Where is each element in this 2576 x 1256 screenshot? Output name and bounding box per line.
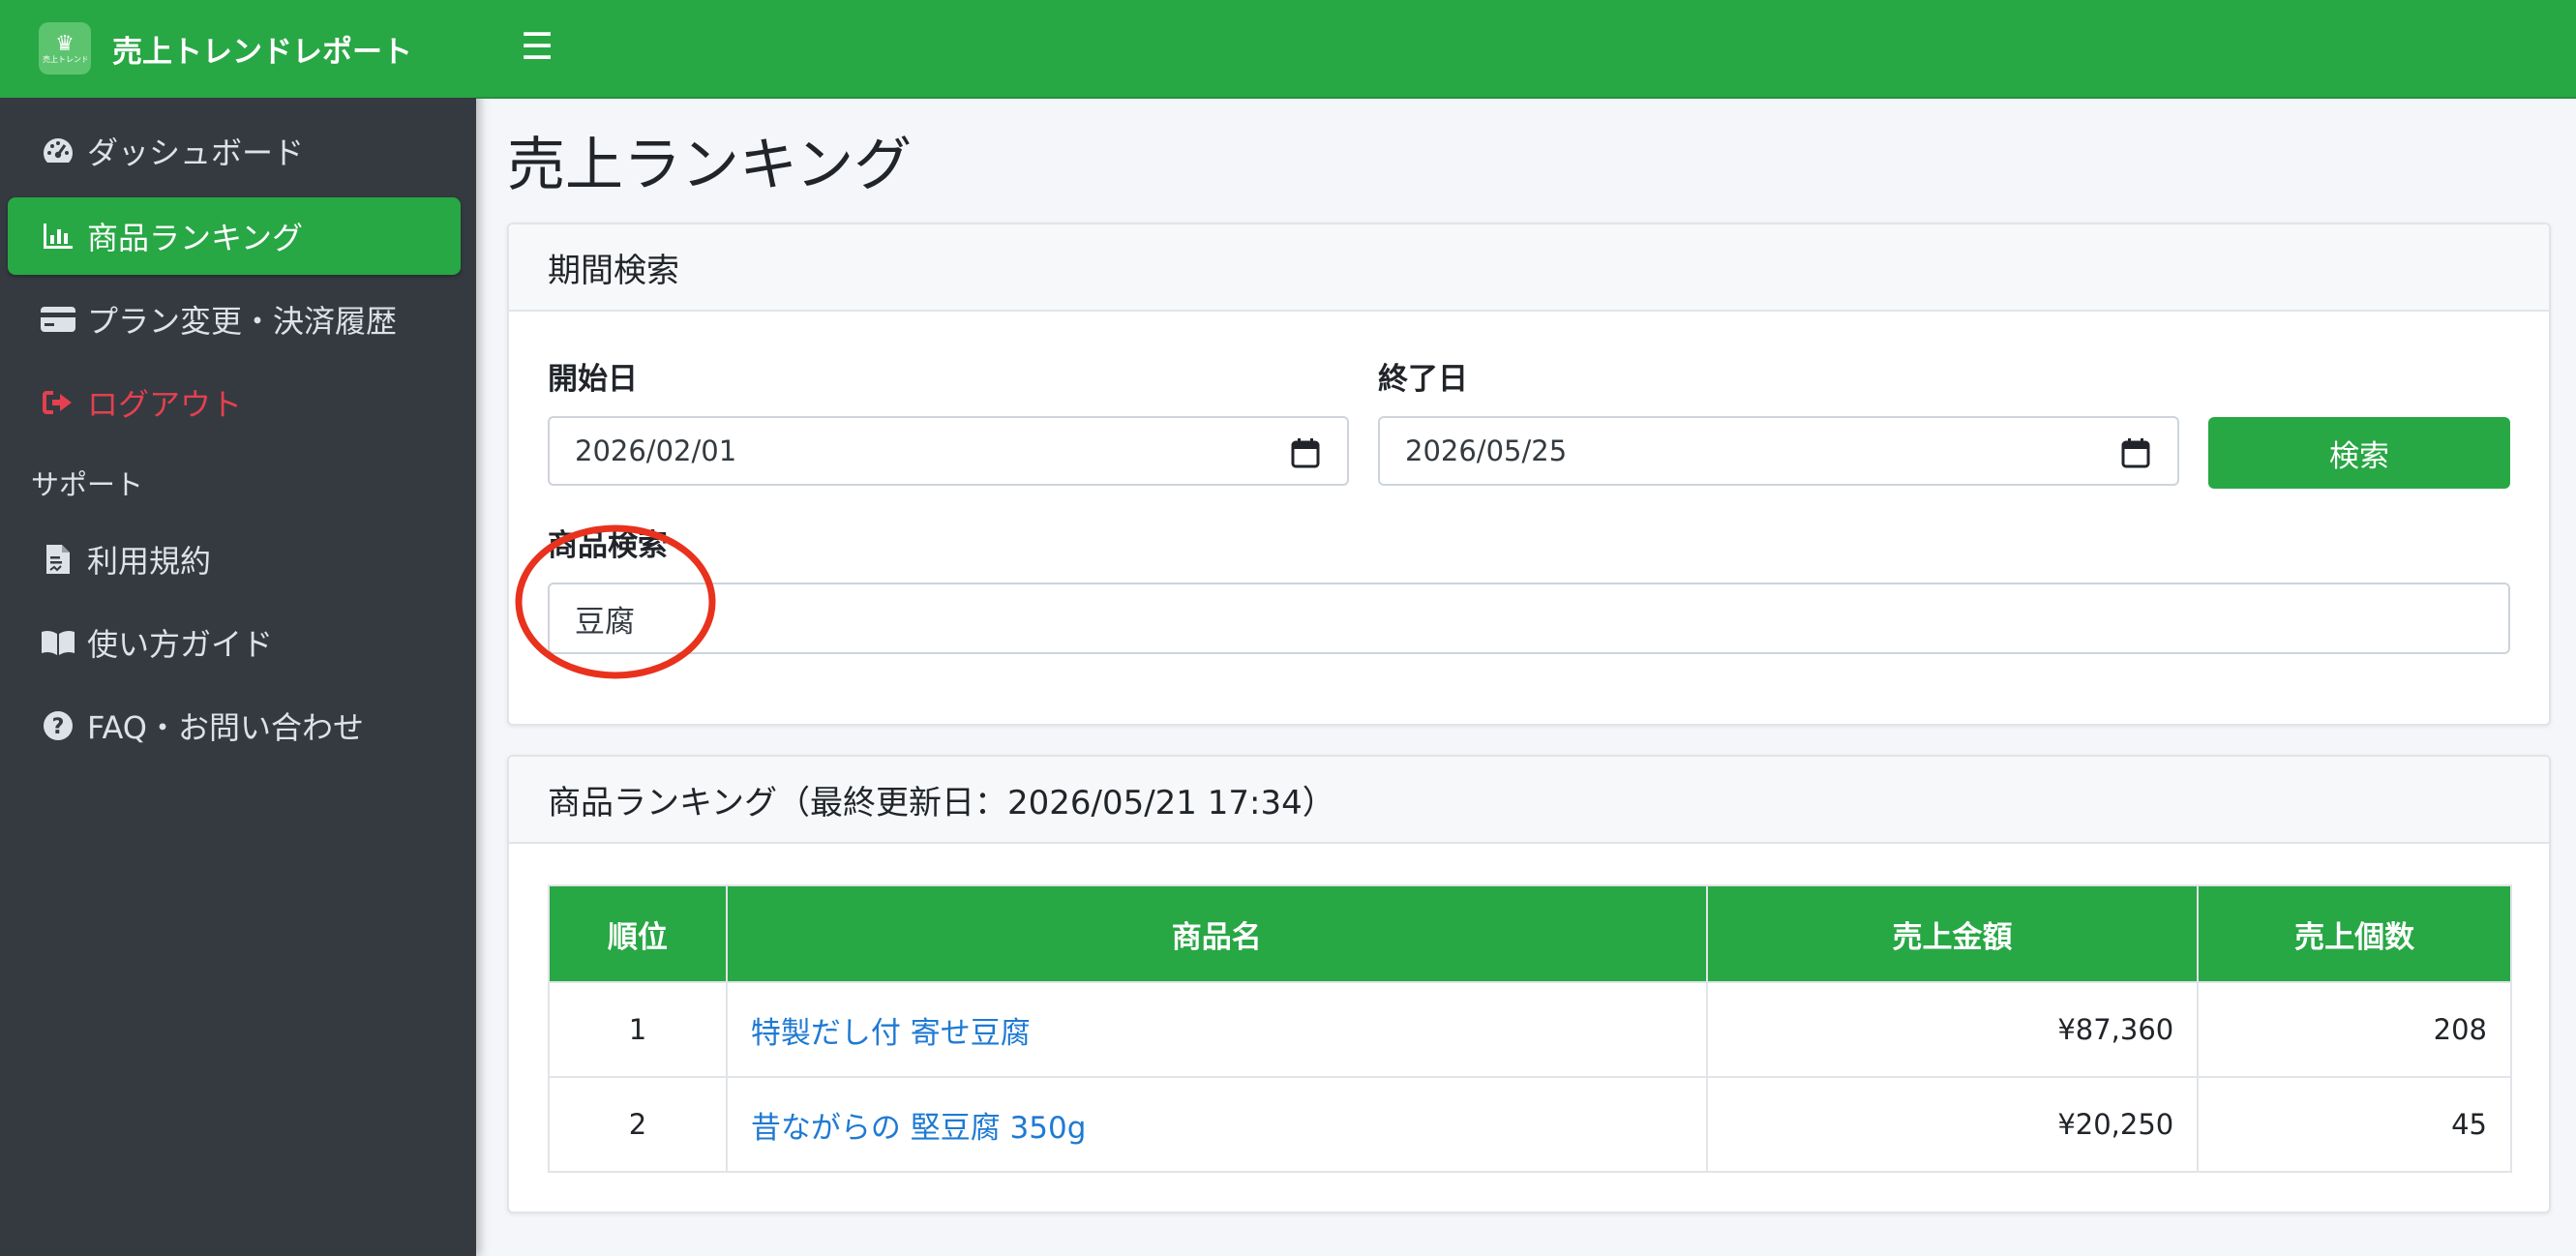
sidebar: ♛ 売上トレンドレポート 売上トレンドレポート ダッシュボード 商品ランキング …: [0, 0, 476, 1256]
sidebar-item-dashboard[interactable]: ダッシュボード: [8, 112, 461, 190]
topbar: ☰: [476, 0, 2576, 99]
sign-out-icon: [39, 388, 77, 417]
calendar-icon[interactable]: [2121, 437, 2150, 472]
book-icon: [39, 628, 77, 657]
page-title: 売上ランキング: [507, 132, 913, 199]
hamburger-icon[interactable]: ☰: [521, 25, 554, 68]
sidebar-item-label: 商品ランキング: [87, 220, 304, 256]
card-header: 商品ランキング（最終更新日：2026/05/21 17:34）: [509, 757, 2549, 844]
column-header-amount[interactable]: 売上金額: [1705, 884, 2200, 983]
sidebar-item-ranking[interactable]: 商品ランキング: [8, 197, 461, 275]
logo-text: 売上トレンドレポート: [43, 54, 87, 64]
sidebar-item-guide[interactable]: 使い方ガイド: [8, 604, 461, 681]
card-header: 期間検索: [509, 224, 2549, 312]
period-search-card: 期間検索 開始日 2026/02/01 終了日 2026/05/25 検索 商品…: [507, 223, 2551, 726]
sidebar-item-label: ダッシュボード: [87, 135, 305, 171]
sidebar-item-label: 利用規約: [87, 543, 212, 580]
annotation-circle: [515, 524, 716, 679]
sidebar-item-faq[interactable]: ? FAQ・お問い合わせ: [8, 687, 461, 764]
rank-cell: 2: [548, 1076, 728, 1173]
support-header: サポート: [31, 468, 144, 501]
product-link[interactable]: 昔ながらの 堅豆腐 350g: [751, 1111, 1087, 1146]
search-button[interactable]: 検索: [2208, 417, 2510, 489]
app-title: 売上トレンドレポート: [112, 34, 412, 70]
crown-icon: ♛: [55, 31, 75, 56]
quantity-cell: 45: [2197, 1076, 2512, 1173]
sidebar-item-label: FAQ・お問い合わせ: [87, 709, 364, 746]
column-header-product[interactable]: 商品名: [725, 884, 1708, 983]
calendar-icon[interactable]: [1291, 437, 1320, 472]
question-circle-icon: ?: [39, 709, 77, 742]
sidebar-item-plan[interactable]: プラン変更・決済履歴: [8, 281, 461, 358]
end-date-label: 終了日: [1378, 362, 1468, 397]
sidebar-item-label: ログアウト: [87, 386, 243, 423]
column-header-quantity[interactable]: 売上個数: [2197, 884, 2512, 983]
table-row: 2 昔ながらの 堅豆腐 350g ¥20,250 45: [548, 1076, 2512, 1173]
file-contract-icon: [39, 543, 77, 576]
start-date-label: 開始日: [548, 362, 638, 397]
quantity-cell: 208: [2197, 981, 2512, 1078]
sidebar-item-label: 使い方ガイド: [87, 626, 274, 663]
end-date-input[interactable]: 2026/05/25: [1378, 416, 2179, 486]
rank-cell: 1: [548, 981, 728, 1078]
end-date-value: 2026/05/25: [1405, 434, 1568, 467]
credit-card-icon: [39, 306, 77, 333]
amount-cell: ¥20,250: [1705, 1076, 2200, 1173]
product-search-input[interactable]: 豆腐: [548, 583, 2510, 654]
start-date-value: 2026/02/01: [575, 434, 737, 467]
table-header-row: 順位 商品名 売上金額 売上個数: [548, 884, 2512, 983]
ranking-table: 順位 商品名 売上金額 売上個数 1 特製だし付 寄せ豆腐 ¥87,360 20…: [548, 884, 2512, 1173]
table-row: 1 特製だし付 寄せ豆腐 ¥87,360 208: [548, 981, 2512, 1078]
ranking-card: 商品ランキング（最終更新日：2026/05/21 17:34） 順位 商品名 売…: [507, 755, 2551, 1213]
product-cell: 特製だし付 寄せ豆腐: [725, 981, 1708, 1078]
column-header-rank[interactable]: 順位: [548, 884, 728, 983]
sidebar-item-label: プラン変更・決済履歴: [87, 303, 398, 340]
sidebar-item-terms[interactable]: 利用規約: [8, 521, 461, 598]
sidebar-item-logout[interactable]: ログアウト: [8, 364, 461, 441]
start-date-input[interactable]: 2026/02/01: [548, 416, 1349, 486]
brand[interactable]: ♛ 売上トレンドレポート 売上トレンドレポート: [0, 0, 476, 98]
gauge-icon: [39, 135, 77, 166]
amount-cell: ¥87,360: [1705, 981, 2200, 1078]
bar-chart-icon: [39, 222, 77, 251]
app-logo: ♛ 売上トレンドレポート: [39, 22, 91, 75]
product-cell: 昔ながらの 堅豆腐 350g: [725, 1076, 1708, 1173]
svg-text:?: ?: [52, 715, 65, 739]
product-link[interactable]: 特製だし付 寄せ豆腐: [751, 1016, 1031, 1051]
